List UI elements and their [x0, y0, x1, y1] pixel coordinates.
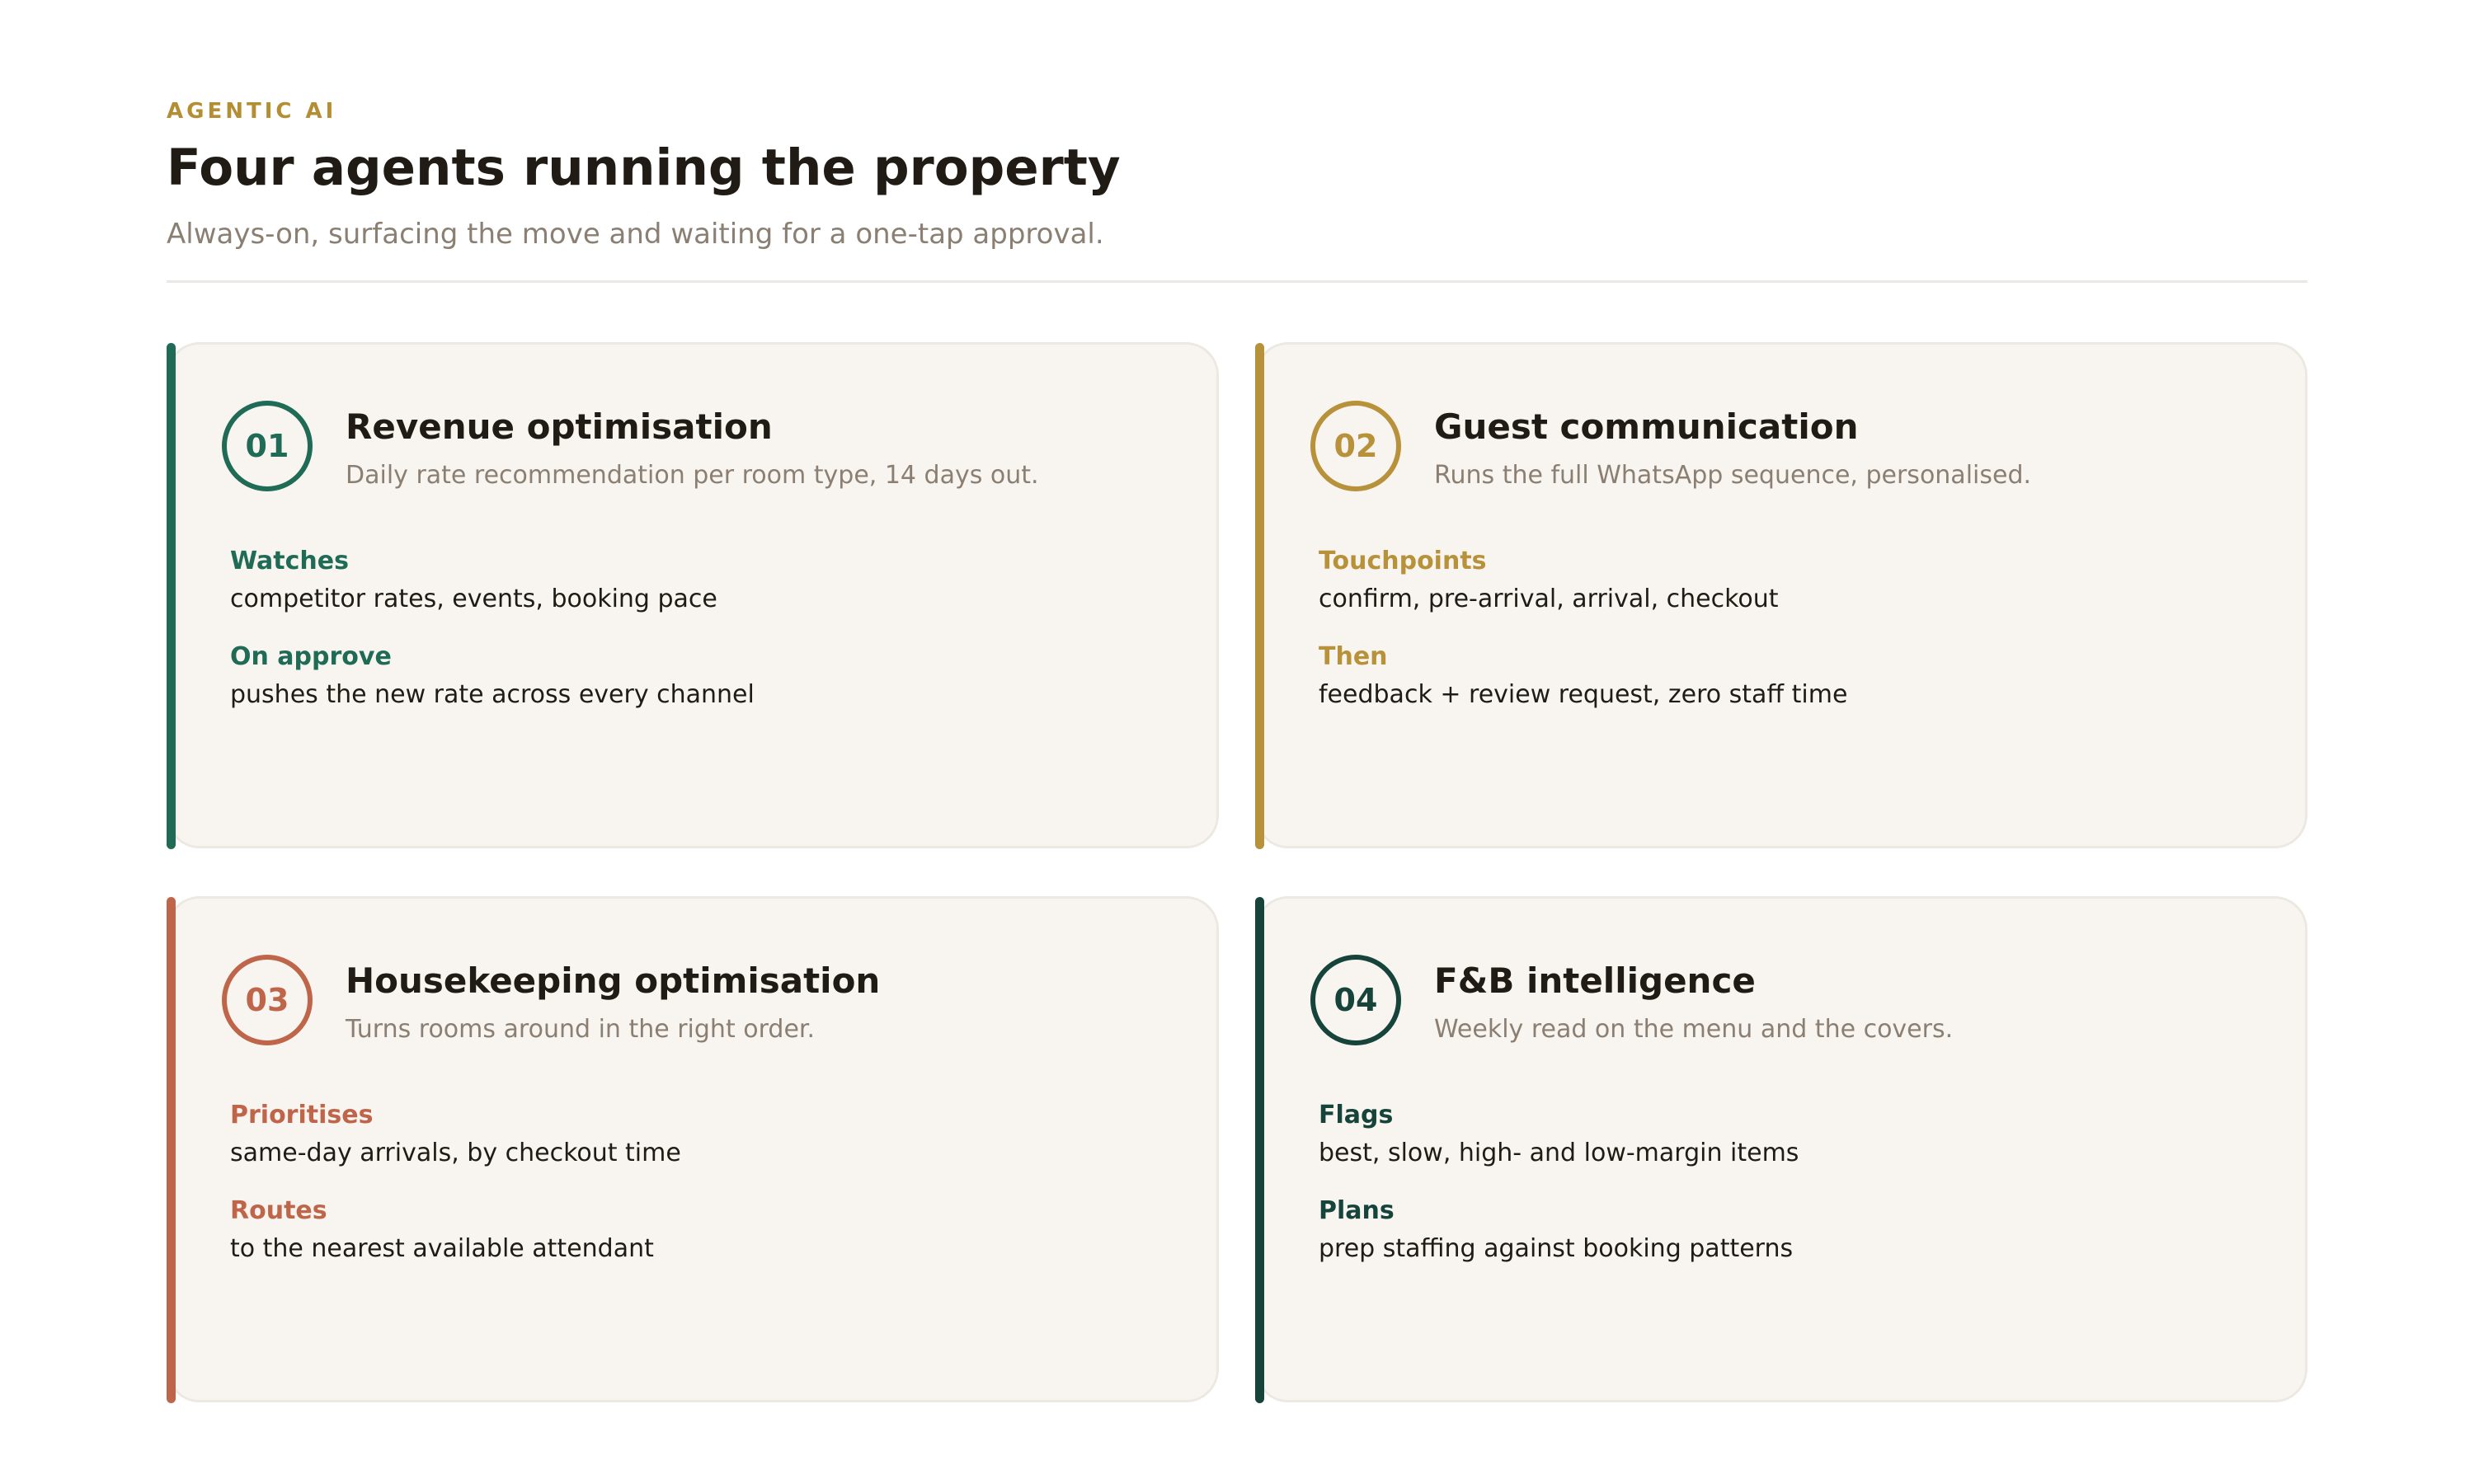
- header-divider: [167, 280, 2307, 283]
- agent-subtitle: Turns rooms around in the right order.: [346, 1015, 816, 1044]
- field-value-routes: to the nearest available attendant: [230, 1234, 654, 1263]
- field-label-prioritises: Prioritises: [230, 1101, 374, 1129]
- page-title: Four agents running the property: [167, 139, 1121, 197]
- agent-card-revenue[interactable]: 01 Revenue optimisation Daily rate recom…: [167, 342, 1219, 849]
- field-value-plans: prep staffing against booking patterns: [1319, 1234, 1794, 1263]
- field-value-on-approve: pushes the new rate across every channel: [230, 680, 755, 709]
- accent-bar: [1255, 343, 1264, 849]
- accent-bar: [167, 897, 176, 1403]
- agent-subtitle: Daily rate recommendation per room type,…: [346, 461, 1039, 490]
- agent-grid: 01 Revenue optimisation Daily rate recom…: [167, 342, 2307, 1403]
- eyebrow-label: AGENTIC AI: [167, 99, 337, 124]
- agent-card-guest-communication[interactable]: 02 Guest communication Runs the full Wha…: [1255, 342, 2307, 849]
- accent-bar: [1255, 897, 1264, 1403]
- field-label-routes: Routes: [230, 1196, 327, 1225]
- field-label-then: Then: [1319, 642, 1388, 671]
- agent-subtitle: Runs the full WhatsApp sequence, persona…: [1434, 461, 2032, 490]
- field-label-plans: Plans: [1319, 1196, 1395, 1225]
- field-value-flags: best, slow, high- and low-margin items: [1319, 1139, 1799, 1167]
- field-label-on-approve: On approve: [230, 642, 392, 671]
- field-value-touchpoints: confirm, pre-arrival, arrival, checkout: [1319, 585, 1779, 613]
- agent-number-badge: 03: [222, 955, 313, 1045]
- field-label-watches: Watches: [230, 547, 349, 575]
- agent-title: Guest communication: [1434, 406, 1859, 447]
- agent-title: Housekeeping optimisation: [346, 960, 881, 1001]
- agent-card-fnb-intelligence[interactable]: 04 F&B intelligence Weekly read on the m…: [1255, 896, 2307, 1403]
- accent-bar: [167, 343, 176, 849]
- agent-number-badge: 04: [1310, 955, 1401, 1045]
- agent-number-badge: 01: [222, 401, 313, 491]
- agent-subtitle: Weekly read on the menu and the covers.: [1434, 1015, 1954, 1044]
- agent-title: F&B intelligence: [1434, 960, 1756, 1001]
- agent-title: Revenue optimisation: [346, 406, 773, 447]
- agent-card-housekeeping[interactable]: 03 Housekeeping optimisation Turns rooms…: [167, 896, 1219, 1403]
- field-label-flags: Flags: [1319, 1101, 1394, 1129]
- page-subtitle: Always-on, surfacing the move and waitin…: [167, 218, 1104, 251]
- agent-number-badge: 02: [1310, 401, 1401, 491]
- page: AGENTIC AI Four agents running the prope…: [0, 0, 2474, 1484]
- field-label-touchpoints: Touchpoints: [1319, 547, 1487, 575]
- field-value-prioritises: same-day arrivals, by checkout time: [230, 1139, 681, 1167]
- field-value-then: feedback + review request, zero staff ti…: [1319, 680, 1848, 709]
- field-value-watches: competitor rates, events, booking pace: [230, 585, 717, 613]
